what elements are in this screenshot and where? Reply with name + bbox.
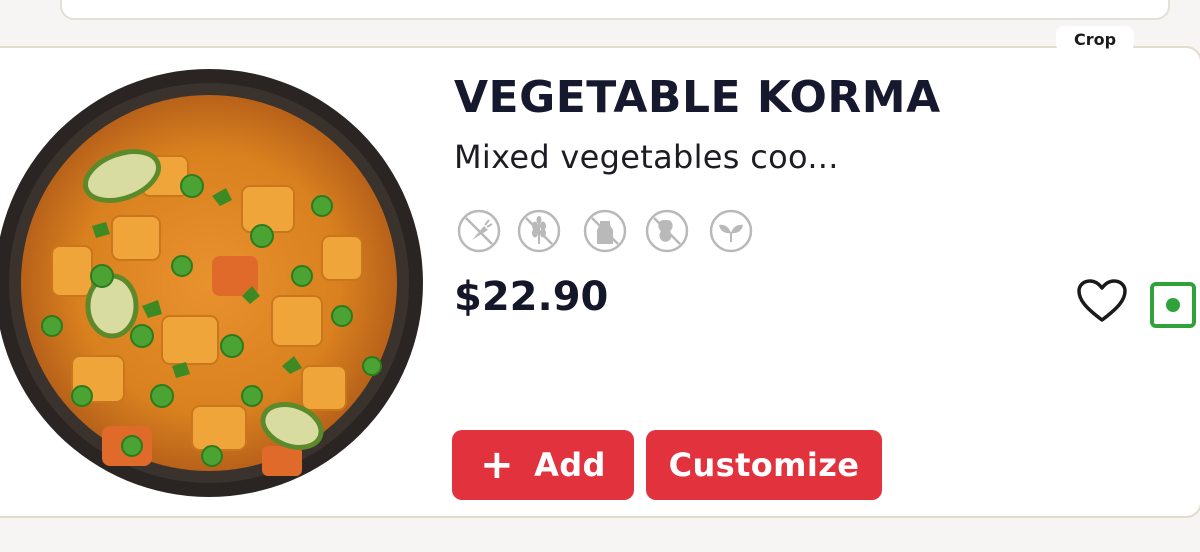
no-peanut-icon (644, 208, 690, 254)
previous-menu-card (60, 0, 1170, 20)
dish-image (0, 66, 426, 500)
favorite-heart-icon[interactable] (1076, 278, 1128, 324)
vegan-leaf-icon (708, 208, 754, 254)
no-dairy-icon (582, 208, 628, 254)
customize-button-label: Customize (668, 446, 860, 484)
add-button-label: Add (534, 446, 606, 484)
add-button[interactable]: + Add (452, 430, 634, 500)
item-price: $22.90 (454, 274, 609, 320)
no-carrot-icon (456, 208, 502, 254)
veg-indicator-icon (1150, 282, 1196, 328)
crop-label[interactable]: Crop (1056, 26, 1134, 52)
item-title: VEGETABLE KORMA (454, 72, 941, 123)
item-description[interactable]: Mixed vegetables coo... (454, 138, 839, 176)
no-gluten-icon (516, 208, 562, 254)
customize-button[interactable]: Customize (646, 430, 882, 500)
veg-dot (1166, 298, 1180, 312)
plus-icon: + (480, 442, 515, 488)
